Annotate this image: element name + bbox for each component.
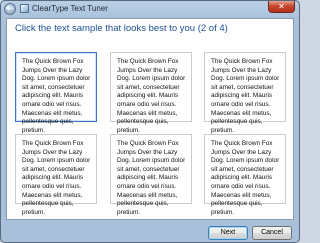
back-arrow-icon[interactable]: ← — [4, 3, 16, 15]
sample-text: The Quick Brown Fox Jumps Over the Lazy … — [22, 58, 91, 134]
cancel-button[interactable]: Cancel — [252, 226, 292, 240]
sample-text: The Quick Brown Fox Jumps Over the Lazy … — [22, 140, 91, 216]
sample-text: The Quick Brown Fox Jumps Over the Lazy … — [211, 140, 280, 216]
close-icon[interactable]: ✕ — [268, 1, 295, 13]
text-sample-6[interactable]: The Quick Brown Fox Jumps Over the Lazy … — [204, 134, 286, 216]
sample-text: The Quick Brown Fox Jumps Over the Lazy … — [117, 58, 186, 134]
button-bar: Next Cancel — [1, 220, 299, 242]
cleartype-app-icon — [20, 4, 29, 13]
text-sample-4[interactable]: The Quick Brown Fox Jumps Over the Lazy … — [15, 134, 97, 216]
sample-text: The Quick Brown Fox Jumps Over the Lazy … — [117, 140, 186, 216]
next-button[interactable]: Next — [208, 226, 248, 240]
text-sample-3[interactable]: The Quick Brown Fox Jumps Over the Lazy … — [204, 52, 286, 134]
cleartype-window: ← ClearType Text Tuner ✕ Click the text … — [0, 0, 300, 243]
page-heading: Click the text sample that looks best to… — [15, 23, 228, 34]
window-title: ClearType Text Tuner — [32, 4, 108, 13]
sample-text: The Quick Brown Fox Jumps Over the Lazy … — [211, 58, 280, 134]
text-sample-5[interactable]: The Quick Brown Fox Jumps Over the Lazy … — [110, 134, 192, 216]
title-bar: ← ClearType Text Tuner ✕ — [1, 1, 299, 17]
text-sample-2[interactable]: The Quick Brown Fox Jumps Over the Lazy … — [110, 52, 192, 134]
text-sample-1[interactable]: The Quick Brown Fox Jumps Over the Lazy … — [15, 52, 97, 134]
